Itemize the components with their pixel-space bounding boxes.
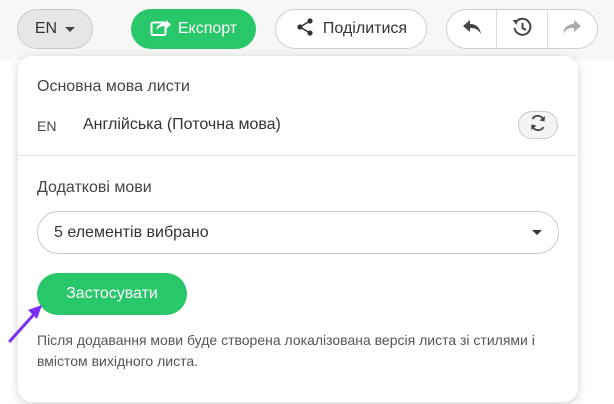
share-icon (295, 17, 315, 42)
localization-note: Після додавання мови буде створена локал… (37, 332, 535, 369)
primary-language-name: Англійська (Поточна мова) (83, 116, 281, 133)
export-icon (150, 17, 172, 42)
history-icon (511, 16, 533, 43)
export-button[interactable]: Експорт (131, 9, 256, 49)
language-dropdown-button[interactable]: EN (17, 9, 93, 49)
change-language-button[interactable] (518, 111, 558, 139)
export-button-label: Експорт (177, 20, 238, 37)
additional-languages-select[interactable]: 5 елементів вибрано (37, 211, 559, 254)
redo-icon (561, 18, 583, 41)
chevron-down-icon (532, 230, 542, 235)
share-button[interactable]: Поділитися (275, 9, 427, 49)
refresh-icon (528, 113, 548, 138)
additional-languages-title: Додаткові мови (37, 179, 152, 196)
apply-button[interactable]: Застосувати (37, 273, 187, 315)
primary-language-title: Основна мова листи (37, 78, 190, 95)
language-button-label: EN (34, 20, 58, 37)
undo-icon (461, 18, 483, 41)
redo-button[interactable] (546, 10, 597, 48)
history-button[interactable] (496, 10, 546, 48)
undo-button[interactable] (447, 10, 496, 48)
share-button-label: Поділитися (322, 20, 408, 37)
section-divider (18, 155, 578, 156)
history-controls (446, 9, 598, 49)
language-settings-popover: Основна мова листи EN Англійська (Поточн… (18, 56, 578, 402)
additional-languages-value: 5 елементів вибрано (54, 223, 209, 241)
pointer-arrow-icon (6, 300, 48, 351)
primary-language-code: EN (37, 118, 57, 134)
toolbar: EN Експорт Поділитися (0, 0, 614, 58)
chevron-down-icon (65, 26, 76, 32)
apply-button-label: Застосувати (66, 285, 158, 302)
